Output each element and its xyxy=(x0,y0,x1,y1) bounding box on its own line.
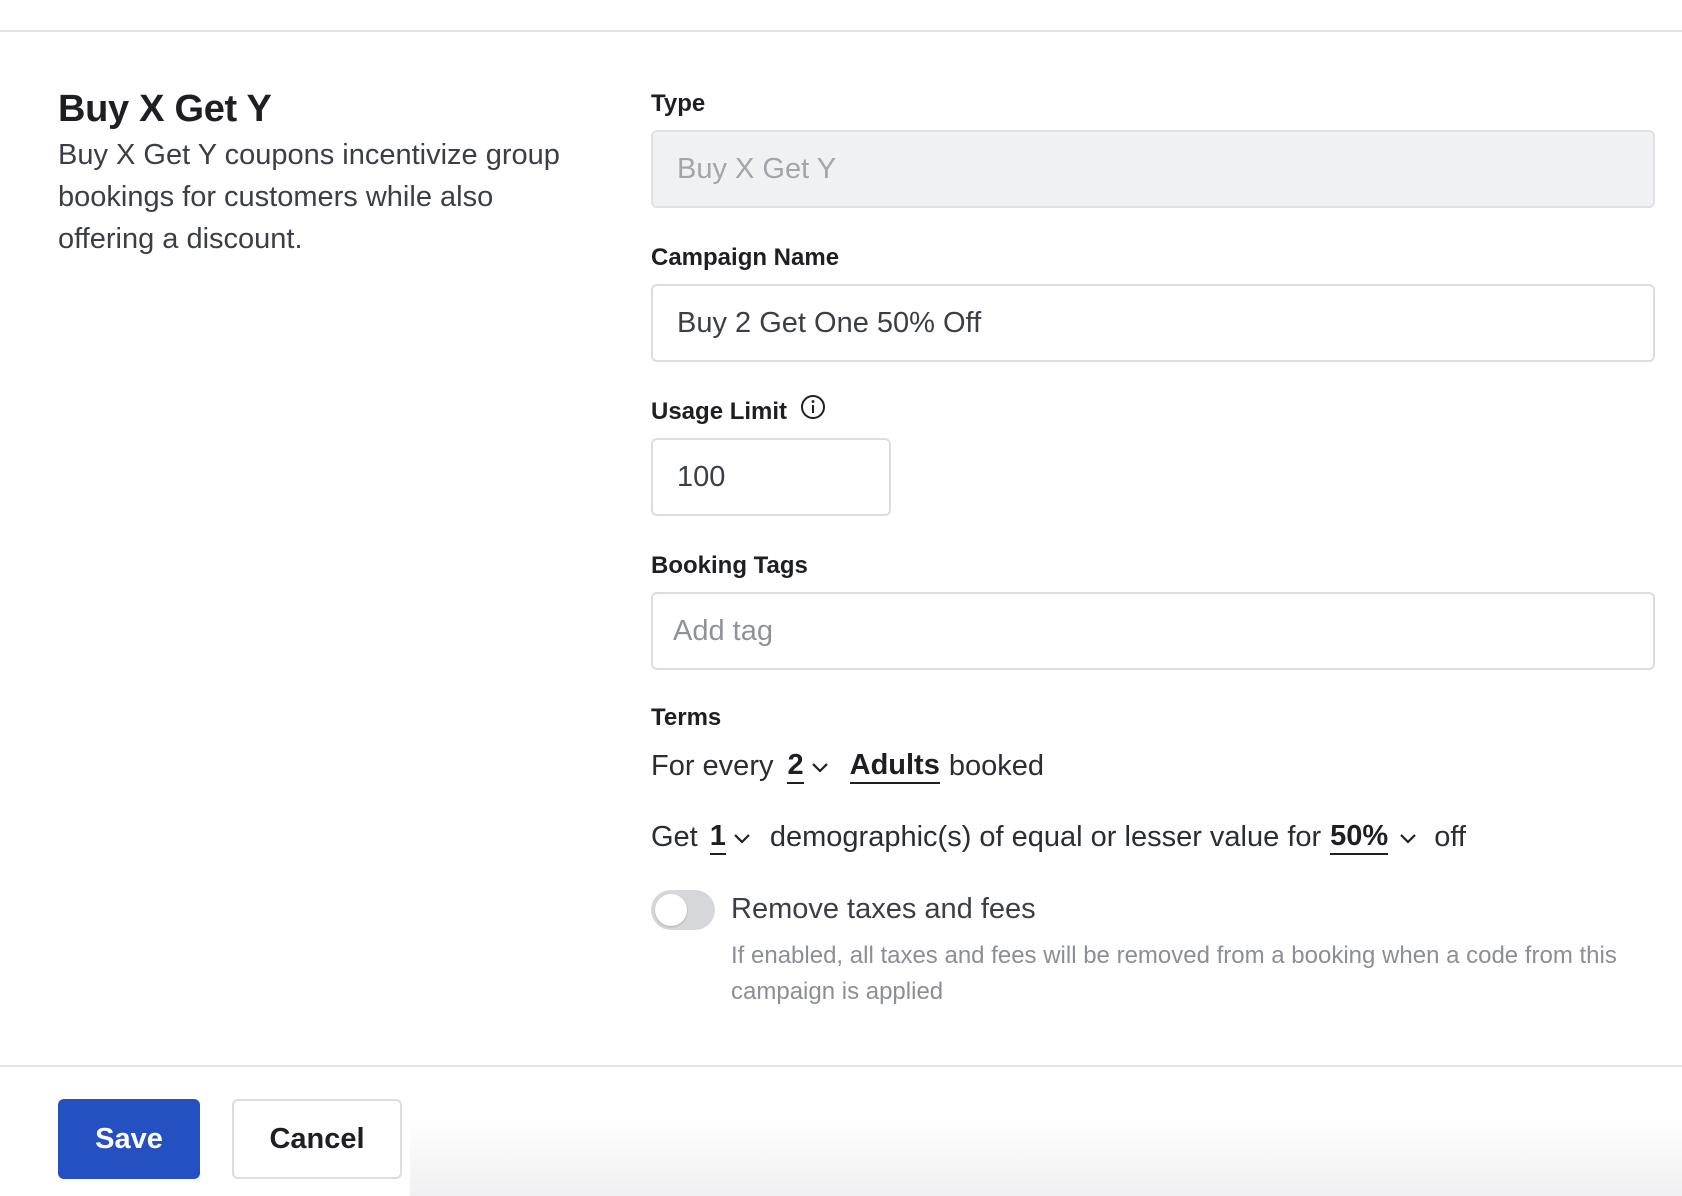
info-icon[interactable] xyxy=(800,394,826,427)
page-title: Buy X Get Y xyxy=(58,88,272,130)
footer-shadow xyxy=(410,1120,1682,1196)
remove-taxes-toggle[interactable] xyxy=(651,890,715,930)
demographic-select[interactable]: Adults xyxy=(849,748,940,784)
discount-value: 50% xyxy=(1330,819,1389,855)
type-value: Buy X Get Y xyxy=(677,152,837,185)
get-count-select[interactable]: 1 xyxy=(709,819,752,855)
get-count-value: 1 xyxy=(709,819,726,855)
buy-count-select[interactable]: 2 xyxy=(787,748,829,784)
chevron-down-icon xyxy=(1400,834,1416,844)
usage-limit-label-row: Usage Limit xyxy=(651,395,826,427)
chevron-down-icon xyxy=(811,763,828,773)
cancel-button[interactable]: Cancel xyxy=(232,1099,402,1179)
buy-count-value: 2 xyxy=(787,748,804,784)
footer-divider xyxy=(0,1065,1682,1067)
terms-line-get: Get 1 demographic(s) of equal or lesser … xyxy=(651,819,1466,855)
usage-limit-field[interactable] xyxy=(651,438,891,516)
booking-tags-label: Booking Tags xyxy=(651,552,808,579)
terms-buy-prefix: For every xyxy=(651,749,774,782)
discount-select[interactable]: 50% xyxy=(1330,819,1418,855)
terms-label: Terms xyxy=(651,704,722,731)
intro-panel: Buy X Get Y Buy X Get Y coupons incentiv… xyxy=(58,88,578,260)
terms-get-suffix: off xyxy=(1434,820,1466,853)
type-field: Buy X Get Y xyxy=(651,130,1655,208)
campaign-name-label: Campaign Name xyxy=(651,244,840,271)
booking-tags-field[interactable] xyxy=(651,592,1655,670)
terms-get-prefix: Get xyxy=(651,820,698,853)
usage-limit-input[interactable] xyxy=(677,460,889,494)
save-button[interactable]: Save xyxy=(58,1099,200,1179)
campaign-name-input[interactable] xyxy=(677,306,1653,340)
terms-line-buy: For every 2 Adults booked xyxy=(651,748,1044,784)
chevron-down-icon xyxy=(734,834,750,844)
remove-taxes-help: If enabled, all taxes and fees will be r… xyxy=(731,942,1617,1005)
terms-get-middle: demographic(s) of equal or lesser value … xyxy=(769,820,1322,853)
page-description: Buy X Get Y coupons incentivize group bo… xyxy=(58,139,560,255)
remove-taxes-label: Remove taxes and fees xyxy=(731,893,1036,925)
toggle-knob xyxy=(655,894,687,926)
top-divider xyxy=(0,30,1682,32)
type-label: Type xyxy=(651,90,706,117)
campaign-name-field[interactable] xyxy=(651,284,1655,362)
usage-limit-label: Usage Limit xyxy=(651,398,788,425)
terms-buy-suffix: booked xyxy=(948,749,1044,782)
booking-tags-input[interactable] xyxy=(673,614,1653,648)
